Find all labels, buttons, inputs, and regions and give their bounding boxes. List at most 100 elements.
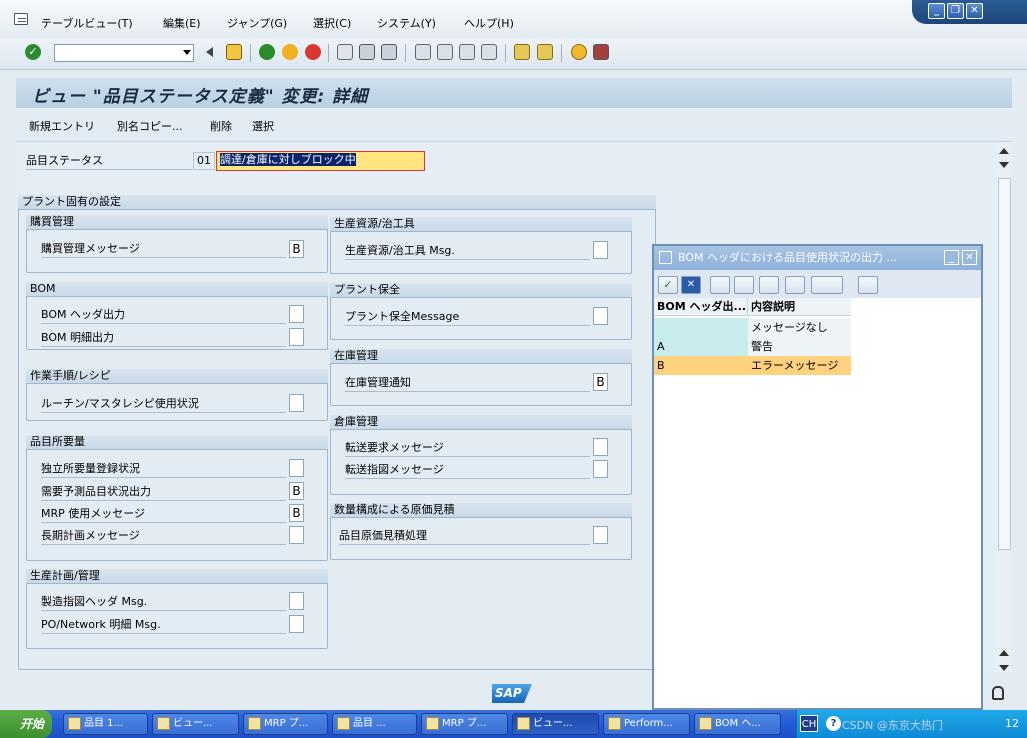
plant-maintenance-message-field[interactable] bbox=[593, 307, 608, 325]
window-icon bbox=[608, 717, 621, 730]
col-header-description[interactable]: 内容説明 bbox=[748, 298, 851, 316]
command-field[interactable] bbox=[54, 44, 194, 62]
popup-print-icon[interactable] bbox=[811, 276, 843, 294]
save-icon[interactable] bbox=[226, 44, 242, 60]
next-page-icon[interactable] bbox=[459, 44, 475, 60]
ime-indicator[interactable]: CH bbox=[800, 715, 818, 732]
bom-header-output-field[interactable] bbox=[289, 305, 304, 323]
taskbar-task[interactable]: Perform... bbox=[603, 713, 690, 735]
copy-as-button[interactable]: 別名コピー... bbox=[117, 118, 183, 134]
menu-table-view[interactable]: テーブルビュー(T) bbox=[41, 15, 133, 31]
last-page-icon[interactable] bbox=[481, 44, 497, 60]
scrollbar-thumb[interactable] bbox=[998, 178, 1011, 550]
popup-confirm-icon[interactable]: ✓ bbox=[658, 276, 678, 294]
watermark: CSDN @东京大热门 bbox=[842, 719, 943, 732]
scroll-up-small-icon[interactable] bbox=[999, 650, 1009, 656]
value-help-popup: BOM ヘッダにおける品目使用状況の出力 ... _ ✕ ✓ ✕ BOM ヘッダ… bbox=[652, 244, 983, 710]
popup-minimize-icon[interactable]: _ bbox=[944, 250, 959, 265]
taskbar-task[interactable]: 品目 ... bbox=[332, 713, 417, 735]
menu-help[interactable]: ヘルプ(H) bbox=[464, 15, 514, 31]
system-menu-icon[interactable] bbox=[14, 13, 28, 25]
row-code[interactable]: A bbox=[654, 337, 748, 356]
start-button[interactable]: 开始 bbox=[0, 710, 52, 738]
back-arrow-icon[interactable] bbox=[206, 47, 213, 57]
find-icon[interactable] bbox=[359, 44, 375, 60]
menu-system[interactable]: システム(Y) bbox=[377, 15, 436, 31]
layout-menu-icon[interactable] bbox=[593, 44, 609, 60]
scroll-down-icon[interactable] bbox=[999, 665, 1009, 671]
find-next-icon[interactable] bbox=[381, 44, 397, 60]
clock: 12 bbox=[1005, 717, 1019, 730]
help-tray-icon[interactable]: ? bbox=[826, 716, 841, 731]
material-cost-estimate-label: 品目原価見積処理 bbox=[339, 527, 590, 545]
lock-icon[interactable] bbox=[992, 686, 1004, 700]
create-session-icon[interactable] bbox=[514, 44, 530, 60]
previous-page-icon[interactable] bbox=[437, 44, 453, 60]
col-header-code[interactable]: BOM ヘッダ出... bbox=[654, 298, 748, 316]
help-icon[interactable] bbox=[571, 44, 587, 60]
mrp-usage-message-field[interactable]: B bbox=[289, 504, 304, 522]
popup-close-icon[interactable]: ✕ bbox=[962, 250, 977, 265]
taskbar-task-active[interactable]: ビュー... bbox=[512, 713, 599, 735]
plant-maintenance-group-title: プラント保全 bbox=[330, 283, 632, 298]
minimize-icon[interactable]: _ bbox=[928, 3, 945, 19]
popup-sort-icon[interactable] bbox=[759, 276, 779, 294]
taskbar-task[interactable]: MRP プ... bbox=[243, 713, 328, 735]
new-entries-button[interactable]: 新規エントリ bbox=[29, 118, 95, 134]
enter-check-icon[interactable]: ✓ bbox=[25, 44, 41, 60]
back-icon[interactable] bbox=[259, 44, 275, 60]
forecast-material-status-label: 需要予測品目状況出力 bbox=[41, 483, 286, 501]
po-network-item-field[interactable] bbox=[289, 615, 304, 633]
production-order-header-field[interactable] bbox=[289, 592, 304, 610]
popup-find-icon[interactable] bbox=[710, 276, 730, 294]
page-title: ビュー "品目ステータス定義" 変更: 詳細 bbox=[32, 87, 369, 107]
row-code-selected[interactable]: B bbox=[654, 356, 748, 375]
taskbar-task[interactable]: MRP プ... bbox=[421, 713, 508, 735]
purchasing-message-field[interactable]: B bbox=[289, 240, 304, 258]
close-icon[interactable]: ✕ bbox=[966, 3, 983, 19]
window-icon bbox=[337, 717, 350, 730]
transfer-order-field[interactable] bbox=[593, 460, 608, 478]
first-page-icon[interactable] bbox=[415, 44, 431, 60]
bom-item-output-field[interactable] bbox=[289, 328, 304, 346]
popup-title: BOM ヘッダにおける品目使用状況の出力 ... bbox=[654, 246, 981, 270]
restore-icon[interactable]: ❐ bbox=[947, 3, 964, 19]
row-description[interactable]: メッセージなし bbox=[748, 318, 851, 337]
toolbar-separator bbox=[250, 44, 251, 62]
popup-cancel-icon[interactable]: ✕ bbox=[681, 276, 701, 294]
cancel-icon[interactable] bbox=[305, 44, 321, 60]
inventory-notification-label: 在庫管理通知 bbox=[345, 374, 590, 392]
prt-message-field[interactable] bbox=[593, 241, 608, 259]
forecast-material-status-field[interactable]: B bbox=[289, 482, 304, 500]
menu-edit[interactable]: 編集(E) bbox=[163, 15, 201, 31]
row-description[interactable]: 警告 bbox=[748, 337, 851, 356]
menu-goto[interactable]: ジャンプ(G) bbox=[227, 15, 287, 31]
po-network-item-label: PO/Network 明細 Msg. bbox=[41, 616, 286, 634]
material-cost-estimate-field[interactable] bbox=[593, 526, 608, 544]
scroll-down-small-icon[interactable] bbox=[999, 162, 1009, 168]
scroll-up-icon[interactable] bbox=[999, 148, 1009, 154]
material-status-description-field[interactable]: 調達/倉庫に対しブロック中 bbox=[216, 151, 425, 171]
taskbar-task[interactable]: ビュー... bbox=[152, 713, 239, 735]
inventory-notification-field[interactable]: B bbox=[593, 373, 608, 391]
shortcut-icon[interactable] bbox=[537, 44, 553, 60]
toolbar-separator bbox=[328, 44, 329, 62]
menu-select[interactable]: 選択(C) bbox=[313, 15, 351, 31]
row-code[interactable] bbox=[654, 318, 748, 337]
delete-button[interactable]: 削除 bbox=[210, 118, 232, 134]
popup-settings-icon[interactable] bbox=[858, 276, 878, 294]
chevron-down-icon[interactable] bbox=[183, 50, 191, 55]
popup-help-icon[interactable] bbox=[785, 276, 805, 294]
taskbar-task[interactable]: BOM ヘ... bbox=[694, 713, 781, 735]
long-term-planning-field[interactable] bbox=[289, 526, 304, 544]
taskbar-task[interactable]: 品目 1... bbox=[63, 713, 148, 735]
select-button[interactable]: 選択 bbox=[252, 118, 274, 134]
exit-icon[interactable] bbox=[282, 44, 298, 60]
transfer-requirement-field[interactable] bbox=[593, 438, 608, 456]
popup-find-next-icon[interactable] bbox=[734, 276, 754, 294]
production-group-title: 生産計画/管理 bbox=[26, 569, 328, 584]
independent-requirements-field[interactable] bbox=[289, 459, 304, 477]
print-icon[interactable] bbox=[337, 44, 353, 60]
routing-usage-field[interactable] bbox=[289, 394, 304, 412]
row-description-selected[interactable]: エラーメッセージ bbox=[748, 356, 851, 375]
